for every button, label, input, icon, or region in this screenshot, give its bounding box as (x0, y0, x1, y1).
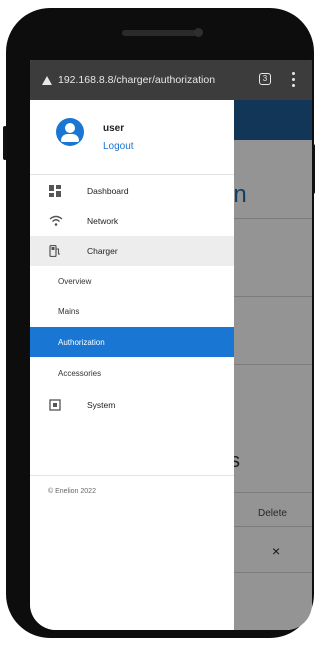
tab-switcher-icon[interactable]: 3 (259, 73, 271, 85)
screen: 192.168.8.8/charger/authorization 3 on s… (30, 60, 312, 630)
nav-item-network[interactable]: Network (30, 206, 234, 236)
nav-item-dashboard[interactable]: Dashboard (30, 176, 234, 206)
address-bar[interactable]: 192.168.8.8/charger/authorization (36, 68, 242, 92)
navigation-drawer: user Logout Dashboard Network Charger Ov… (30, 100, 234, 630)
nav-item-label: Dashboard (87, 186, 129, 196)
nav-item-label: Charger (87, 246, 118, 256)
divider (30, 475, 234, 476)
browser-toolbar: 192.168.8.8/charger/authorization 3 (30, 60, 312, 100)
front-camera (194, 28, 203, 37)
sub-item-label: Overview (58, 276, 92, 286)
sub-item-mains[interactable]: Mains (30, 296, 234, 326)
nav-item-label: Network (87, 216, 119, 226)
not-secure-warning-icon[interactable] (42, 75, 52, 85)
sub-item-label: Mains (58, 306, 80, 316)
logout-link[interactable]: Logout (103, 141, 134, 152)
volume-button (3, 126, 7, 160)
copyright-text: © Enelion 2022 (48, 488, 96, 495)
more-options-icon[interactable] (292, 72, 295, 88)
sub-item-overview[interactable]: Overview (30, 266, 234, 296)
sub-item-label: Accessories (58, 368, 102, 378)
account-icon (56, 118, 84, 146)
dashboard-icon (49, 185, 61, 197)
nav-item-label: System (87, 400, 116, 410)
phone-frame: 192.168.8.8/charger/authorization 3 on s… (3, 8, 315, 638)
nav-item-system[interactable]: System (30, 390, 234, 420)
sub-item-accessories[interactable]: Accessories (30, 358, 234, 388)
speaker-grill (122, 30, 202, 36)
wifi-icon (49, 215, 63, 227)
url-text[interactable]: 192.168.8.8/charger/authorization (58, 74, 215, 86)
sub-item-label: Authorization (58, 337, 105, 347)
user-name: user (103, 123, 125, 134)
charger-icon (49, 244, 61, 258)
user-panel: user Logout (30, 100, 234, 175)
cpu-icon (49, 399, 61, 411)
sub-item-authorization[interactable]: Authorization (30, 327, 234, 357)
nav-item-charger[interactable]: Charger (30, 236, 234, 266)
